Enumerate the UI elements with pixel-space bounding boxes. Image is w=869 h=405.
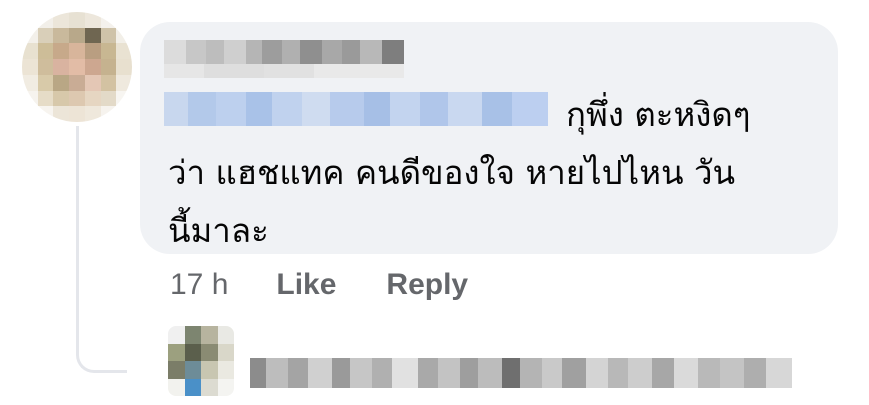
- reply-author-avatar[interactable]: [168, 326, 234, 396]
- comment-body: กุพึ่ง ตะหงิดๆ ว่า แฮชแทค คนดีของใจ หายไ…: [168, 86, 808, 260]
- redacted-reply-author-name[interactable]: [250, 358, 824, 388]
- like-button[interactable]: Like: [276, 268, 336, 302]
- reply-thread-line: [76, 126, 127, 373]
- comment-line-3: นี้มาละ: [168, 211, 269, 250]
- comment-timestamp[interactable]: 17 h: [170, 268, 228, 302]
- comment-actions: 17 h Like Reply: [170, 268, 518, 302]
- redacted-author-name: [164, 40, 404, 64]
- comment-line-1: กุพึ่ง ตะหงิดๆ: [566, 95, 751, 134]
- reply-button[interactable]: Reply: [386, 268, 468, 302]
- comment-thread: กุพึ่ง ตะหงิดๆ ว่า แฮชแทค คนดีของใจ หายไ…: [0, 0, 869, 405]
- commenter-avatar[interactable]: [22, 12, 132, 122]
- comment-line-2: ว่า แฮชแทค คนดีของใจ หายไปไหน วัน: [168, 153, 736, 192]
- redacted-author-name-shadow: [164, 64, 404, 78]
